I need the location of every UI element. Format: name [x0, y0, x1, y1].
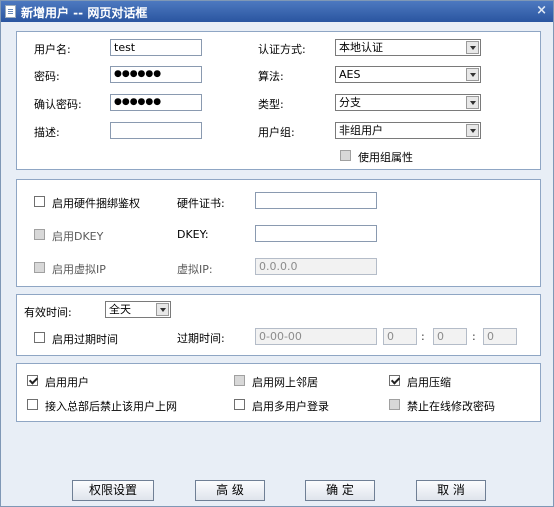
auth-method-value: 本地认证: [339, 41, 383, 54]
account-panel: 用户名: test 密码: ●●●●●● 确认密码: ●●●●●● 描述: 认证…: [16, 31, 541, 170]
password-input[interactable]: ●●●●●●: [110, 66, 202, 83]
expire-hour-input[interactable]: 0: [383, 328, 417, 345]
expire-second-input[interactable]: 0: [483, 328, 517, 345]
dkey-input[interactable]: [255, 225, 377, 242]
ok-button[interactable]: 确 定: [305, 480, 375, 501]
vip-enable-checkbox[interactable]: [34, 262, 45, 273]
algorithm-value: AES: [339, 68, 361, 81]
hw-bind-label: 启用硬件捆绑鉴权: [52, 197, 140, 210]
expire-date-input[interactable]: 0-00-00: [255, 328, 377, 345]
enable-user-label: 启用用户: [45, 376, 89, 389]
title-bar: 新增用户 -- 网页对话框 ×: [1, 1, 553, 22]
validity-panel: 有效时间: 全天 启用过期时间 过期时间: 0-00-00 0 : 0 : 0: [16, 294, 541, 356]
confirm-password-input[interactable]: ●●●●●●: [110, 94, 202, 111]
multi-login-label: 启用多用户登录: [252, 400, 329, 413]
window-title: 新增用户 -- 网页对话框: [21, 6, 148, 20]
auth-method-label: 认证方式:: [258, 43, 306, 56]
description-label: 描述:: [34, 126, 60, 139]
ban-after-hq-label: 接入总部后禁止该用户上网: [45, 400, 177, 413]
username-input[interactable]: test: [110, 39, 202, 56]
chevron-down-icon: [466, 41, 479, 54]
chevron-down-icon: [466, 124, 479, 137]
compression-label: 启用压缩: [407, 376, 451, 389]
cancel-button[interactable]: 取 消: [416, 480, 486, 501]
expire-enable-checkbox[interactable]: [34, 332, 45, 343]
dialog-window: 新增用户 -- 网页对话框 × 用户名: test 密码: ●●●●●● 确认密…: [0, 0, 554, 507]
hw-bind-checkbox[interactable]: [34, 196, 45, 207]
expire-minute-input[interactable]: 0: [433, 328, 467, 345]
valid-time-select[interactable]: 全天: [105, 301, 171, 318]
network-neighbor-checkbox[interactable]: [234, 375, 245, 386]
vip-enable-label: 启用虚拟IP: [52, 263, 106, 276]
options-panel: 启用用户 启用网上邻居 启用压缩 接入总部后禁止该用户上网 启用多用户登录 禁止…: [16, 363, 541, 422]
chevron-down-icon: [466, 68, 479, 81]
dkey-enable-checkbox[interactable]: [34, 229, 45, 240]
algorithm-label: 算法:: [258, 70, 284, 83]
compression-checkbox[interactable]: [389, 375, 400, 386]
password-label: 密码:: [34, 70, 60, 83]
use-group-attr-checkbox[interactable]: [340, 150, 351, 161]
time-separator: :: [421, 330, 425, 343]
hw-cert-label: 硬件证书:: [177, 197, 225, 210]
description-input[interactable]: [110, 122, 202, 139]
user-group-label: 用户组:: [258, 126, 295, 139]
user-group-value: 非组用户: [339, 124, 383, 137]
no-online-pwd-checkbox[interactable]: [389, 399, 400, 410]
permissions-button[interactable]: 权限设置: [72, 480, 154, 501]
chevron-down-icon: [466, 96, 479, 109]
expire-time-label: 过期时间:: [177, 332, 225, 345]
confirm-password-label: 确认密码:: [34, 98, 82, 111]
dkey-label: DKEY:: [177, 228, 209, 241]
binding-panel: 启用硬件捆绑鉴权 硬件证书: 启用DKEY DKEY: 启用虚拟IP 虚拟IP:…: [16, 179, 541, 287]
chevron-down-icon: [156, 303, 169, 316]
valid-time-label: 有效时间:: [24, 306, 72, 319]
user-group-select[interactable]: 非组用户: [335, 122, 481, 139]
hw-cert-input[interactable]: [255, 192, 377, 209]
close-icon[interactable]: ×: [536, 3, 547, 18]
no-online-pwd-label: 禁止在线修改密码: [407, 400, 495, 413]
vip-label: 虚拟IP:: [177, 263, 213, 276]
algorithm-select[interactable]: AES: [335, 66, 481, 83]
advanced-button[interactable]: 高 级: [195, 480, 265, 501]
multi-login-checkbox[interactable]: [234, 399, 245, 410]
enable-user-checkbox[interactable]: [27, 375, 38, 386]
username-label: 用户名:: [34, 43, 71, 56]
time-separator: :: [472, 330, 476, 343]
vip-input[interactable]: 0.0.0.0: [255, 258, 377, 275]
use-group-attr-label: 使用组属性: [358, 151, 413, 164]
type-label: 类型:: [258, 98, 284, 111]
auth-method-select[interactable]: 本地认证: [335, 39, 481, 56]
expire-enable-label: 启用过期时间: [52, 333, 118, 346]
network-neighbor-label: 启用网上邻居: [252, 376, 318, 389]
type-select[interactable]: 分支: [335, 94, 481, 111]
valid-time-value: 全天: [109, 303, 131, 316]
type-value: 分支: [339, 96, 361, 109]
dkey-enable-label: 启用DKEY: [52, 230, 104, 243]
ban-after-hq-checkbox[interactable]: [27, 399, 38, 410]
page-icon: [5, 5, 16, 18]
